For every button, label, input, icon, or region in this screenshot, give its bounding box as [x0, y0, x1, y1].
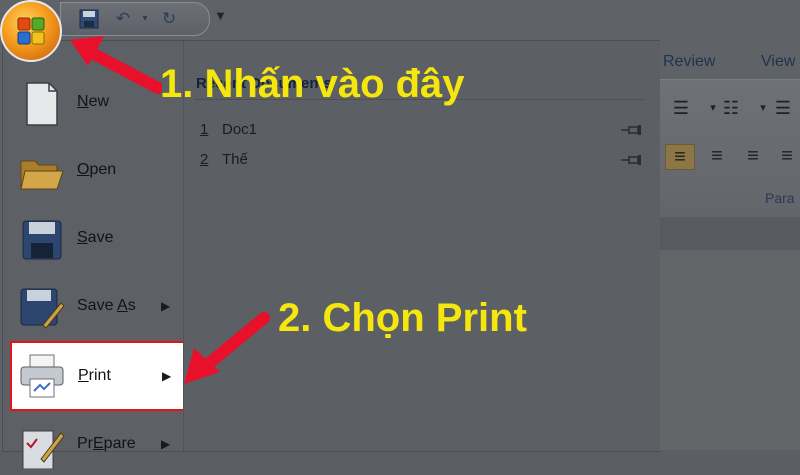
save-icon[interactable] [79, 9, 99, 29]
undo-dropdown-icon[interactable]: ▾ [135, 9, 155, 29]
tab-view[interactable]: View [761, 53, 795, 71]
multilevel-list-icon[interactable]: ☰ [769, 96, 797, 120]
submenu-arrow-icon: ▶ [161, 437, 171, 451]
arrow-to-office-button [70, 36, 162, 94]
document-area [655, 250, 800, 450]
step1-annotation: 1. Nhấn vào đây [160, 62, 465, 106]
menu-item-label: Open [77, 161, 117, 178]
align-center-icon[interactable]: ≡ [703, 144, 731, 168]
pin-icon[interactable] [620, 123, 642, 135]
menu-item-label: Save As [77, 297, 136, 314]
menu-item-open[interactable]: Open [11, 141, 176, 201]
new-doc-icon [17, 81, 65, 127]
recent-item-doc1[interactable]: 1 Doc1 [200, 121, 650, 143]
recent-item-the[interactable]: 2 Thế [200, 151, 650, 173]
tab-review[interactable]: Review [663, 53, 715, 71]
prepare-icon [17, 423, 65, 470]
save-as-icon [17, 285, 65, 331]
menu-item-label: Print [78, 367, 111, 384]
submenu-arrow-icon: ▶ [162, 369, 172, 383]
open-folder-icon [17, 149, 65, 195]
numbering-icon[interactable]: ☷ [717, 96, 745, 120]
ribbon-paragraph-group: ☰ ▾ ☷ ▾ ☰ ≡ ≡ ≡ ≡ Para [655, 79, 800, 218]
printer-icon [18, 353, 66, 399]
pin-icon[interactable] [620, 153, 642, 165]
menu-item-save[interactable]: Save [11, 209, 176, 269]
menu-item-prepare[interactable]: PrEpare ▶ [11, 415, 176, 475]
menu-item-save-as[interactable]: Save As ▶ [11, 277, 176, 337]
menu-item-label: Save [77, 229, 114, 246]
bullets-icon[interactable]: ☰ [667, 96, 695, 120]
menu-item-print[interactable]: Print ▶ [10, 341, 185, 411]
office-button-icon [16, 16, 46, 46]
ruler [655, 217, 800, 250]
menu-item-label: PrEpare [77, 435, 136, 452]
step2-annotation: 2. Chọn Print [278, 296, 527, 340]
align-right-icon[interactable]: ≡ [739, 144, 767, 168]
office-button[interactable] [0, 0, 62, 62]
align-left-icon[interactable]: ≡ [665, 144, 695, 170]
save-disk-icon [17, 217, 65, 263]
customize-icon[interactable]: ▼ [214, 8, 227, 23]
undo-icon[interactable]: ↶ [113, 9, 133, 29]
arrow-to-print [184, 312, 270, 384]
submenu-arrow-icon: ▶ [161, 299, 171, 313]
group-label: Para [765, 190, 795, 206]
redo-icon[interactable]: ↻ [159, 9, 179, 29]
menu-commands: New Open Save Save As ▶ Print ▶ PrEpare … [3, 41, 185, 470]
justify-icon[interactable]: ≡ [773, 144, 800, 168]
ribbon-tabs: Review View [655, 45, 800, 79]
